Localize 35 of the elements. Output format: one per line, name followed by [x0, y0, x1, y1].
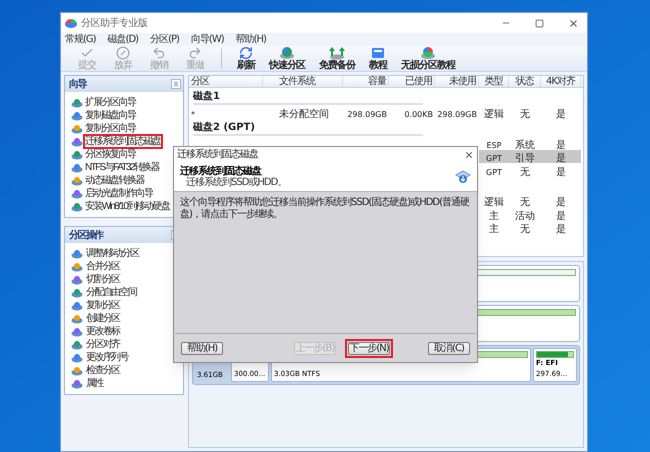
table-cell: 无 [520, 224, 530, 234]
table-cell: 是 [556, 153, 566, 162]
table-cell: 逻辑 [484, 109, 504, 118]
panel-title: 向导 [69, 78, 86, 92]
table-cell: 无 [520, 109, 530, 118]
table-cell: 是 [556, 197, 566, 206]
table-cell: 未分配空间 [279, 109, 329, 118]
table-cell: * [191, 110, 195, 118]
table-cell: 引导 [515, 153, 535, 162]
table-cell: 是 [556, 166, 566, 176]
table-cell: 298.09GB [347, 110, 387, 118]
disk-heading: 磁盘2 (GPT) [193, 122, 255, 132]
table-cell: GPT [486, 168, 502, 176]
table-cell: 主 [489, 210, 499, 220]
table-cell: 活动 [515, 210, 535, 220]
table-cell: 298.09GB [437, 110, 477, 118]
table-cell: 无 [520, 166, 530, 176]
table-cell: ESP [486, 140, 502, 149]
panel-title: 分区操作 [69, 228, 103, 242]
table-cell: 系统 [515, 140, 535, 149]
dialog-heading: 迁移系统到固态磁盘 [180, 166, 262, 176]
table-cell: 0.00KB [404, 110, 433, 118]
table-cell: 是 [556, 109, 566, 118]
window-title: 分区助手专业版 [81, 16, 148, 30]
table-cell: 无 [520, 197, 530, 206]
table-cell: 逻辑 [484, 197, 504, 206]
table-cell: 主 [489, 224, 499, 234]
dialog-message: 这个向导程序将帮助您迁移当前操作系统到SSD(固态硬盘)或HDD(普通硬盘)，请点击下一步继续。 [180, 197, 470, 221]
table-cell: 是 [556, 140, 566, 149]
table-cell: GPT [486, 154, 502, 162]
disk-heading: 磁盘1 [193, 91, 220, 102]
table-cell: 是 [556, 224, 566, 234]
table-cell: 是 [556, 210, 566, 220]
dialog-subheading: 迁移系统到SSD或HDD。 [185, 176, 286, 188]
dialog-title: 迁移系统到固态磁盘 [177, 148, 258, 162]
